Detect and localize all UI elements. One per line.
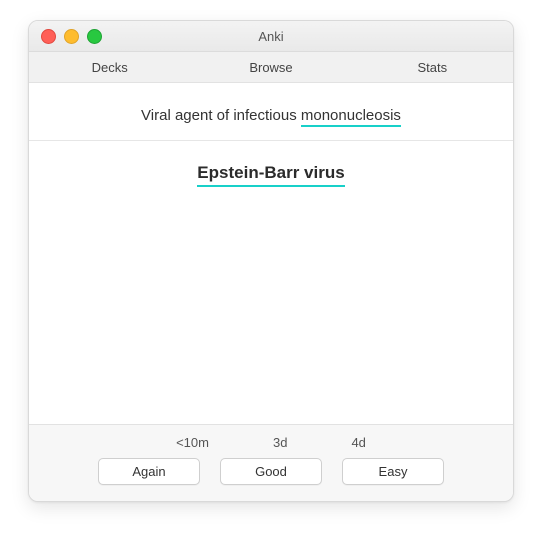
zoom-icon[interactable] bbox=[87, 29, 102, 44]
top-tabs: Decks Browse Stats bbox=[29, 52, 513, 83]
tab-browse[interactable]: Browse bbox=[190, 52, 351, 82]
window-controls bbox=[41, 29, 102, 44]
card-front-underlined: mononucleosis bbox=[301, 107, 401, 127]
window-title: Anki bbox=[258, 29, 283, 44]
card-front: Viral agent of infectious mononucleosis bbox=[29, 83, 513, 140]
interval-row: <10m 3d 4d bbox=[29, 435, 513, 450]
close-icon[interactable] bbox=[41, 29, 56, 44]
titlebar: Anki bbox=[29, 21, 513, 52]
interval-good: 3d bbox=[273, 435, 287, 450]
interval-easy: 4d bbox=[351, 435, 365, 450]
tab-decks[interactable]: Decks bbox=[29, 52, 190, 82]
good-button[interactable]: Good bbox=[220, 458, 322, 485]
app-window: Anki Decks Browse Stats Viral agent of i… bbox=[28, 20, 514, 502]
card-front-text: Viral agent of infectious bbox=[141, 107, 301, 124]
again-button[interactable]: Again bbox=[98, 458, 200, 485]
easy-button[interactable]: Easy bbox=[342, 458, 444, 485]
interval-again: <10m bbox=[176, 435, 209, 450]
card-area: Viral agent of infectious mononucleosis … bbox=[29, 83, 513, 424]
card-answer: Epstein-Barr virus bbox=[197, 163, 344, 187]
tab-stats[interactable]: Stats bbox=[352, 52, 513, 82]
answer-buttons: Again Good Easy bbox=[29, 458, 513, 485]
review-footer: <10m 3d 4d Again Good Easy bbox=[29, 424, 513, 501]
card-back: Epstein-Barr virus bbox=[29, 141, 513, 197]
minimize-icon[interactable] bbox=[64, 29, 79, 44]
